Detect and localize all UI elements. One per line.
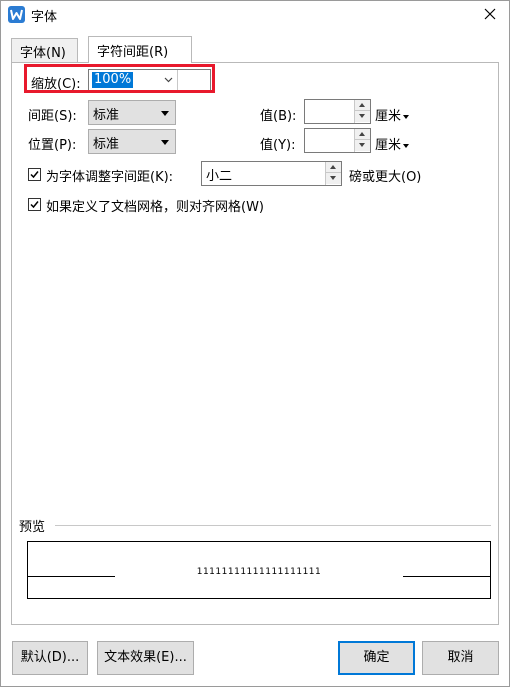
grid-snap-checkbox[interactable] bbox=[28, 198, 41, 211]
position-unit: 厘米 bbox=[375, 138, 402, 153]
kerning-suffix: 磅或更大(O) bbox=[349, 170, 422, 185]
cancel-button[interactable]: 取消 bbox=[422, 641, 499, 675]
spinner-buttons bbox=[354, 129, 370, 152]
preview-label: 预览 bbox=[19, 520, 46, 535]
spin-up-button[interactable] bbox=[355, 129, 370, 140]
spin-up-button[interactable] bbox=[326, 162, 341, 173]
position-value: 标准 bbox=[93, 137, 120, 152]
window-title: 字体 bbox=[31, 10, 58, 25]
checkmark-icon bbox=[30, 201, 39, 209]
combo-divider bbox=[177, 70, 178, 90]
position-amount-label: 值(Y): bbox=[260, 138, 296, 153]
spacing-amount-label: 值(B): bbox=[260, 109, 297, 124]
tab-character-spacing[interactable]: 字符间距(R) bbox=[88, 36, 192, 63]
preview-box: 11111111111111111111 bbox=[27, 541, 491, 599]
spacing-label: 间距(S): bbox=[28, 109, 77, 124]
text-effects-button[interactable]: 文本效果(E)... bbox=[97, 641, 194, 675]
unit-arrow-icon bbox=[403, 143, 410, 148]
spin-up-button[interactable] bbox=[355, 100, 370, 111]
spacing-combo[interactable]: 标准 bbox=[88, 100, 176, 125]
spacing-unit: 厘米 bbox=[375, 109, 402, 124]
spacing-amount-spinner[interactable] bbox=[304, 99, 371, 124]
spin-down-button[interactable] bbox=[326, 173, 341, 184]
chevron-down-icon bbox=[164, 77, 173, 83]
title-bar: 字体 bbox=[1, 1, 509, 28]
scale-label: 缩放(C): bbox=[31, 77, 81, 92]
position-label: 位置(P): bbox=[28, 138, 77, 153]
scale-combo[interactable]: 100% bbox=[88, 69, 211, 91]
ok-button[interactable]: 确定 bbox=[338, 641, 415, 675]
preview-baseline-right bbox=[403, 576, 490, 577]
spinner-buttons bbox=[325, 162, 341, 185]
dropdown-arrow-icon bbox=[161, 140, 169, 145]
spin-down-button[interactable] bbox=[355, 140, 370, 151]
unit-arrow-icon bbox=[403, 114, 410, 119]
preview-divider bbox=[55, 525, 491, 526]
tab-font[interactable]: 字体(N) bbox=[11, 38, 78, 63]
grid-snap-label: 如果定义了文档网格，则对齐网格(W) bbox=[46, 200, 264, 215]
font-dialog: 字体 字体(N) 字符间距(R) 缩放(C): 100% 间距(S): 标准 值… bbox=[0, 0, 510, 687]
spin-down-button[interactable] bbox=[355, 111, 370, 122]
kerning-label: 为字体调整字间距(K): bbox=[46, 170, 174, 185]
wps-writer-icon bbox=[8, 6, 25, 23]
checkmark-icon bbox=[30, 171, 39, 179]
spinner-buttons bbox=[354, 100, 370, 123]
kerning-checkbox[interactable] bbox=[28, 168, 41, 181]
close-icon bbox=[484, 8, 496, 20]
kerning-size-spinner[interactable]: 小二 bbox=[201, 161, 342, 186]
dropdown-arrow-icon bbox=[161, 111, 169, 116]
position-unit-dropdown[interactable]: 厘米 bbox=[375, 134, 410, 153]
scale-value: 100% bbox=[92, 72, 134, 88]
position-amount-spinner[interactable] bbox=[304, 128, 371, 153]
position-combo[interactable]: 标准 bbox=[88, 129, 176, 154]
default-button[interactable]: 默认(D)... bbox=[12, 641, 88, 675]
spacing-unit-dropdown[interactable]: 厘米 bbox=[375, 105, 410, 124]
kerning-size-value: 小二 bbox=[206, 169, 233, 184]
spacing-value: 标准 bbox=[93, 108, 120, 123]
close-button[interactable] bbox=[477, 3, 503, 25]
